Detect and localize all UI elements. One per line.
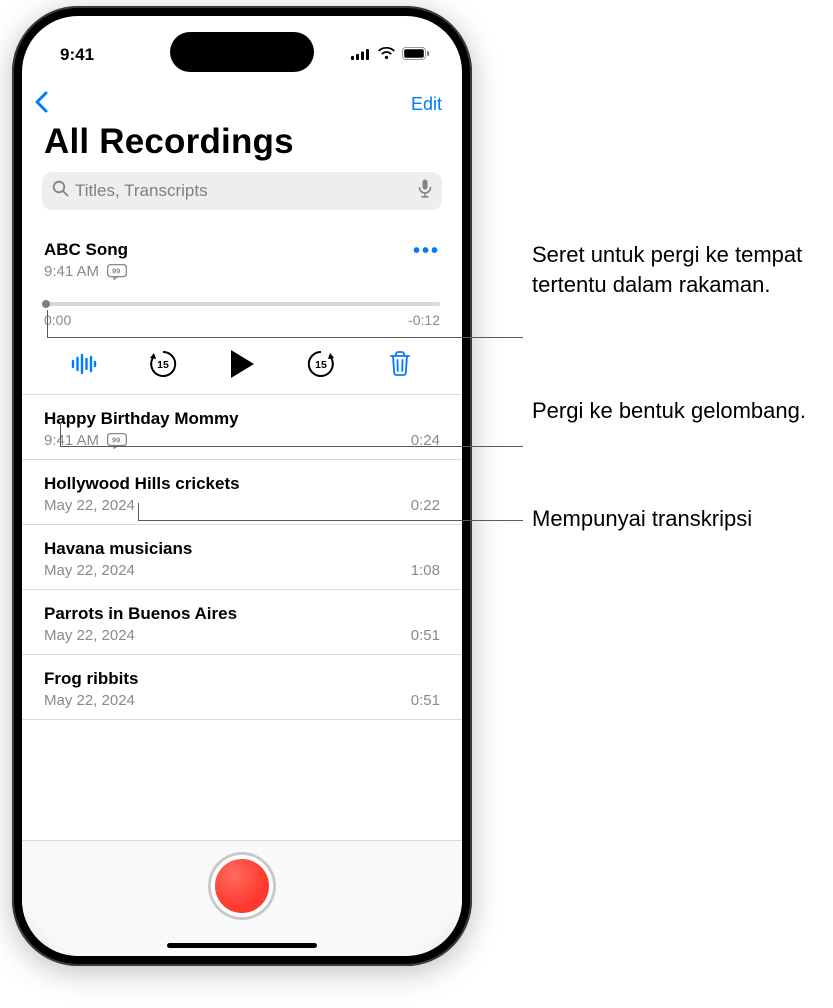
item-title: Happy Birthday Mommy [44, 409, 440, 429]
nav-bar: Edit [22, 78, 462, 120]
item-duration: 0:51 [411, 692, 440, 709]
item-meta: May 22, 2024 [44, 497, 135, 514]
annotation-leader [60, 446, 523, 447]
battery-icon [402, 45, 430, 65]
edit-button[interactable]: Edit [411, 94, 442, 115]
record-button[interactable] [211, 855, 273, 917]
item-duration: 0:22 [411, 497, 440, 514]
recordings-list: ABC Song 9:41 AM 99 ••• [22, 226, 462, 856]
phone-frame: 9:41 Edit [12, 6, 472, 966]
scrubber-thumb[interactable] [42, 300, 50, 308]
item-title: Hollywood Hills crickets [44, 474, 440, 494]
dynamic-island [170, 32, 314, 72]
item-duration: 0:51 [411, 627, 440, 644]
expanded-time: 9:41 AM [44, 263, 99, 280]
delete-button[interactable] [361, 351, 440, 377]
wifi-icon [377, 45, 396, 65]
list-item[interactable]: Parrots in Buenos Aires May 22, 2024 0:5… [22, 590, 462, 655]
phone-screen: 9:41 Edit [22, 16, 462, 956]
item-meta: May 22, 2024 [44, 562, 135, 579]
item-title [44, 734, 440, 754]
list-item[interactable]: Havana musicians May 22, 2024 1:08 [22, 525, 462, 590]
svg-text:99: 99 [112, 435, 120, 444]
item-meta: May 22, 2024 [44, 627, 135, 644]
svg-text:15: 15 [157, 359, 169, 371]
more-button[interactable]: ••• [413, 240, 440, 256]
search-input[interactable]: Titles, Transcripts [42, 172, 442, 210]
item-duration: 1:08 [411, 562, 440, 579]
page-title: All Recordings [44, 122, 294, 162]
dictation-icon[interactable] [418, 179, 432, 203]
item-meta: May 22, 2024 [44, 692, 135, 709]
time-remaining: -0:12 [408, 312, 440, 328]
svg-text:15: 15 [315, 359, 327, 371]
transcript-icon: 99 [107, 264, 127, 280]
search-icon [52, 180, 69, 202]
list-item[interactable] [22, 720, 462, 756]
annotation-leader [60, 423, 61, 446]
search-placeholder: Titles, Transcripts [75, 181, 418, 201]
annotation-scrub: Seret untuk pergi ke tempat tertentu dal… [532, 240, 832, 299]
annotation-leader [47, 310, 48, 337]
back-button[interactable] [34, 88, 49, 120]
annotation-transcript: Mempunyai transkripsi [532, 504, 832, 534]
item-title: Frog ribbits [44, 669, 440, 689]
list-item[interactable]: Frog ribbits May 22, 2024 0:51 [22, 655, 462, 720]
item-title: Parrots in Buenos Aires [44, 604, 440, 624]
annotation-waveform: Pergi ke bentuk gelombang. [532, 396, 832, 426]
time-elapsed: 0:00 [44, 312, 71, 328]
forward-15-button[interactable]: 15 [282, 348, 361, 380]
rewind-15-button[interactable]: 15 [123, 348, 202, 380]
list-item[interactable]: Hollywood Hills crickets May 22, 2024 0:… [22, 460, 462, 525]
annotation-leader [47, 337, 523, 338]
cellular-icon [351, 45, 371, 65]
bottom-bar [22, 840, 462, 956]
svg-text:99: 99 [112, 266, 120, 275]
item-title: Havana musicians [44, 539, 440, 559]
play-button[interactable] [202, 348, 281, 380]
expanded-title: ABC Song [44, 240, 128, 260]
scrubber[interactable]: 0:00 -0:12 [44, 302, 440, 328]
annotation-leader [138, 503, 139, 520]
waveform-button[interactable] [44, 353, 123, 375]
annotation-leader [138, 520, 523, 521]
home-indicator[interactable] [167, 943, 317, 948]
status-time: 9:41 [60, 45, 94, 65]
list-item[interactable]: Happy Birthday Mommy 9:41 AM 99 0:24 [22, 395, 462, 460]
expanded-recording: ABC Song 9:41 AM 99 ••• [22, 226, 462, 395]
